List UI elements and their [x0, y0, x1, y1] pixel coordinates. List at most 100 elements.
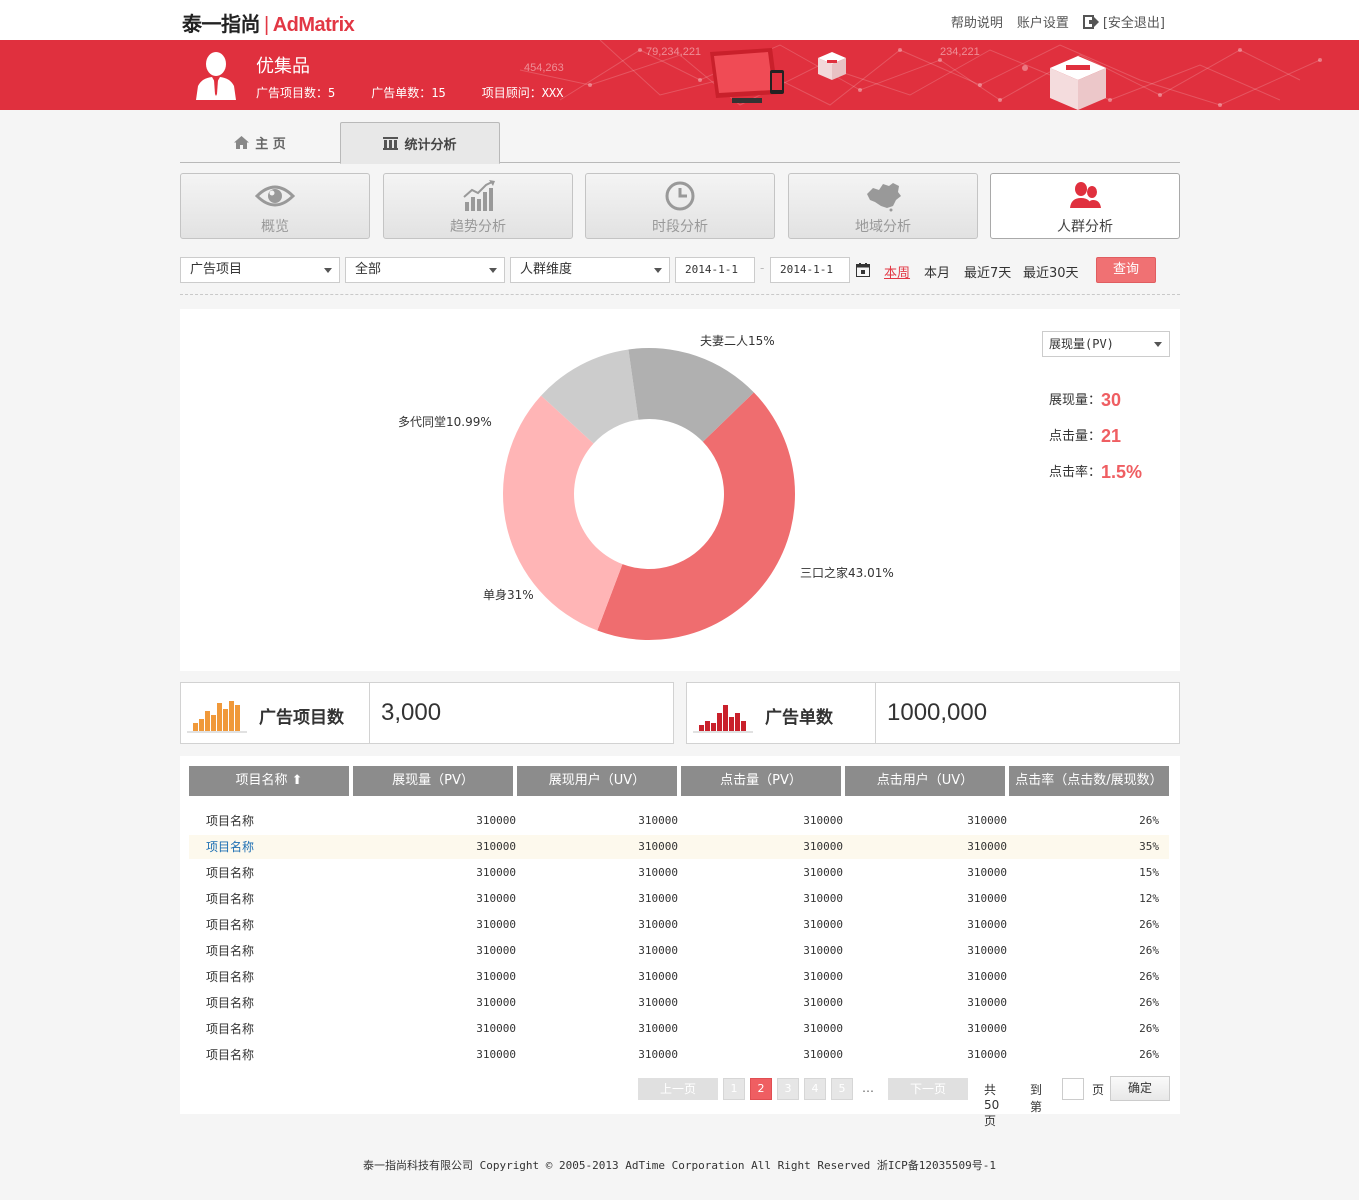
metric-select[interactable]: 展现量(PV)	[1042, 331, 1170, 357]
th-uv[interactable]: 展现用户（UV）	[517, 766, 677, 796]
cell-project-name[interactable]: 项目名称	[206, 991, 254, 1015]
cell-click-uv: 310000	[967, 996, 1007, 1009]
divider	[180, 294, 1180, 295]
scope-select[interactable]: 全部	[345, 257, 505, 283]
metric-clicks: 点击量：21	[1049, 426, 1122, 446]
metric-ctr: 点击率：1.5%	[1049, 462, 1143, 482]
subtab-audience[interactable]: 人群分析	[990, 173, 1180, 239]
query-button[interactable]: 查询	[1096, 257, 1156, 283]
caret-down-icon	[324, 268, 332, 273]
project-select[interactable]: 广告项目	[180, 257, 340, 283]
trend-icon	[463, 180, 495, 211]
cell-project-name[interactable]: 项目名称	[206, 861, 254, 885]
page-ellipsis: …	[862, 1081, 874, 1095]
page-5[interactable]: 5	[831, 1078, 853, 1100]
page-4[interactable]: 4	[804, 1078, 826, 1100]
date-to-input[interactable]: 2014-1-1	[770, 257, 850, 283]
cell-project-name[interactable]: 项目名称	[206, 835, 254, 859]
cell-ctr: 26%	[1139, 970, 1159, 983]
table-row[interactable]: 项目名称 310000 310000 310000 310000 35%	[189, 835, 1169, 859]
pie-label-3: 夫妻二人15%	[700, 334, 775, 348]
deco-number-1: 79,234,221	[646, 46, 702, 58]
cell-project-name[interactable]: 项目名称	[206, 1043, 254, 1067]
cell-uv: 310000	[638, 1022, 678, 1035]
cell-ctr: 26%	[1139, 1022, 1159, 1035]
table-header: 项目名称 ⬆ 展现量（PV） 展现用户（UV） 点击量（PV） 点击用户（UV）…	[189, 766, 1169, 796]
th-ctr[interactable]: 点击率（点击数/展现数）	[1009, 766, 1169, 796]
account-settings-link[interactable]: 账户设置	[1017, 12, 1069, 31]
deco-number-3: 234,221	[940, 46, 980, 58]
table-row[interactable]: 项目名称 310000 310000 310000 310000 26%	[189, 991, 1169, 1015]
cell-project-name[interactable]: 项目名称	[206, 809, 254, 833]
quick-this-month[interactable]: 本月	[924, 262, 950, 281]
calendar-icon[interactable]	[856, 263, 870, 277]
home-icon	[234, 136, 250, 149]
help-link[interactable]: 帮助说明	[951, 12, 1003, 31]
cell-uv: 310000	[638, 892, 678, 905]
cell-uv: 310000	[638, 840, 678, 853]
quick-last-30-days[interactable]: 最近30天	[1023, 262, 1079, 281]
cell-project-name[interactable]: 项目名称	[206, 913, 254, 937]
cell-click-pv: 310000	[803, 970, 843, 983]
cell-click-pv: 310000	[803, 1048, 843, 1061]
prev-page-button[interactable]: 上一页	[638, 1078, 718, 1100]
table-row[interactable]: 项目名称 310000 310000 310000 310000 26%	[189, 965, 1169, 989]
top-bar: 泰一指尚 | AdMatrix 帮助说明 账户设置 [安全退出]	[0, 0, 1359, 40]
table-row[interactable]: 项目名称 310000 310000 310000 310000 26%	[189, 1043, 1169, 1067]
cell-uv: 310000	[638, 1048, 678, 1061]
logout-link[interactable]: [安全退出]	[1082, 12, 1165, 31]
quick-last-7-days[interactable]: 最近7天	[964, 262, 1011, 281]
subtab-overview[interactable]: 概览	[180, 173, 370, 239]
th-pv[interactable]: 展现量（PV）	[353, 766, 513, 796]
page-1[interactable]: 1	[723, 1078, 745, 1100]
tab-statistics[interactable]: 统计分析	[340, 122, 500, 164]
subtab-time[interactable]: 时段分析	[585, 173, 775, 239]
cell-click-uv: 310000	[967, 892, 1007, 905]
th-click-uv[interactable]: 点击用户（UV）	[845, 766, 1005, 796]
cell-click-pv: 310000	[803, 918, 843, 931]
cell-uv: 310000	[638, 814, 678, 827]
main-tabs: 主 页 统计分析	[180, 122, 1180, 164]
cell-ctr: 26%	[1139, 918, 1159, 931]
goto-page-input[interactable]	[1062, 1078, 1084, 1100]
audience-chart-panel: 三口之家43.01% 单身31% 多代同堂10.99% 夫妻二人15% 展现量(PV)…	[180, 309, 1180, 671]
cell-pv: 310000	[476, 814, 516, 827]
cell-click-uv: 310000	[967, 1048, 1007, 1061]
subtab-trend[interactable]: 趋势分析	[383, 173, 573, 239]
cell-project-name[interactable]: 项目名称	[206, 965, 254, 989]
bar-chart-icon	[193, 701, 240, 731]
date-from-input[interactable]: 2014-1-1	[675, 257, 755, 283]
goto-confirm-button[interactable]: 确定	[1110, 1076, 1170, 1101]
page-2[interactable]: 2	[750, 1078, 772, 1100]
th-click-pv[interactable]: 点击量（PV）	[681, 766, 841, 796]
cell-pv: 310000	[476, 970, 516, 983]
user-avatar-icon	[196, 52, 236, 100]
cell-uv: 310000	[638, 918, 678, 931]
page-3[interactable]: 3	[777, 1078, 799, 1100]
table-row[interactable]: 项目名称 310000 310000 310000 310000 26%	[189, 913, 1169, 937]
cell-project-name[interactable]: 项目名称	[206, 939, 254, 963]
subtab-region[interactable]: 地域分析	[788, 173, 978, 239]
dimension-select[interactable]: 人群维度	[510, 257, 670, 283]
cell-click-pv: 310000	[803, 840, 843, 853]
table-row[interactable]: 项目名称 310000 310000 310000 310000 26%	[189, 1017, 1169, 1041]
top-links: 帮助说明 账户设置 [安全退出]	[951, 12, 1165, 31]
tab-home[interactable]: 主 页	[180, 122, 340, 163]
account-banner: 79,234,221 454,263 234,221 优集品 广告项目数：5 广…	[0, 40, 1359, 110]
cell-click-uv: 310000	[967, 814, 1007, 827]
cell-project-name[interactable]: 项目名称	[206, 887, 254, 911]
next-page-button[interactable]: 下一页	[888, 1078, 968, 1100]
cell-ctr: 26%	[1139, 814, 1159, 827]
table-row[interactable]: 项目名称 310000 310000 310000 310000 26%	[189, 809, 1169, 833]
table-row[interactable]: 项目名称 310000 310000 310000 310000 15%	[189, 861, 1169, 885]
cell-click-pv: 310000	[803, 892, 843, 905]
cell-click-pv: 310000	[803, 1022, 843, 1035]
logo[interactable]: 泰一指尚 | AdMatrix	[182, 8, 355, 37]
caret-down-icon	[1154, 342, 1162, 347]
cell-click-uv: 310000	[967, 944, 1007, 957]
cell-project-name[interactable]: 项目名称	[206, 1017, 254, 1041]
th-project-name[interactable]: 项目名称 ⬆	[189, 766, 349, 796]
quick-this-week[interactable]: 本周	[884, 262, 910, 281]
table-row[interactable]: 项目名称 310000 310000 310000 310000 12%	[189, 887, 1169, 911]
table-row[interactable]: 项目名称 310000 310000 310000 310000 26%	[189, 939, 1169, 963]
